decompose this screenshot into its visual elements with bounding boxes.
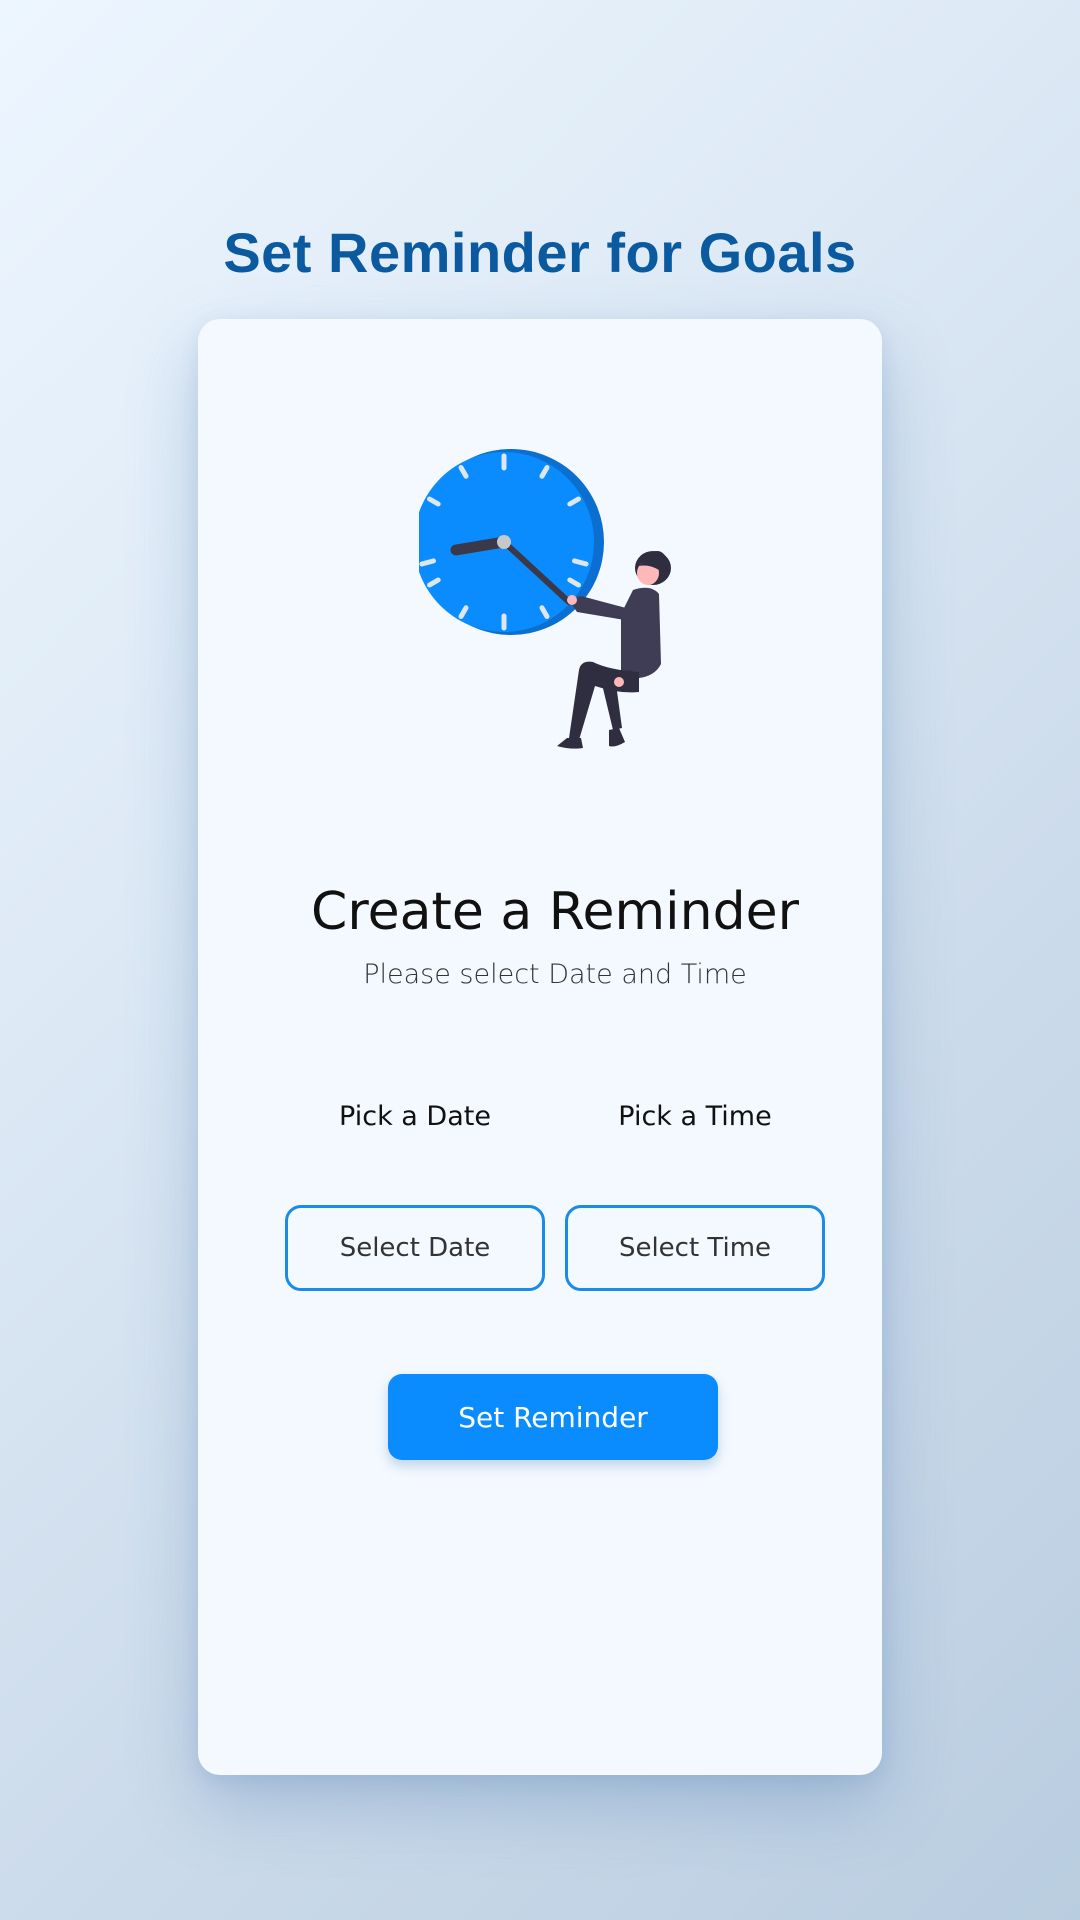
- page-title: Set Reminder for Goals: [223, 220, 857, 284]
- time-picker-button[interactable]: Select Time: [565, 1205, 825, 1291]
- set-reminder-label: Set Reminder: [458, 1400, 648, 1434]
- date-picker-placeholder: Select Date: [339, 1233, 491, 1263]
- time-picker-placeholder: Select Time: [618, 1233, 772, 1263]
- set-reminder-button[interactable]: Set Reminder: [388, 1374, 718, 1460]
- time-label: Pick a Time: [618, 1101, 772, 1132]
- clock-illustration: [419, 449, 671, 749]
- date-picker-button[interactable]: Select Date: [285, 1205, 545, 1291]
- date-label: Pick a Date: [339, 1101, 491, 1132]
- card-subtitle: Please select Date and Time: [363, 959, 747, 990]
- reminder-card: Create a Reminder Please select Date and…: [198, 319, 882, 1775]
- card-heading: Create a Reminder: [311, 882, 799, 943]
